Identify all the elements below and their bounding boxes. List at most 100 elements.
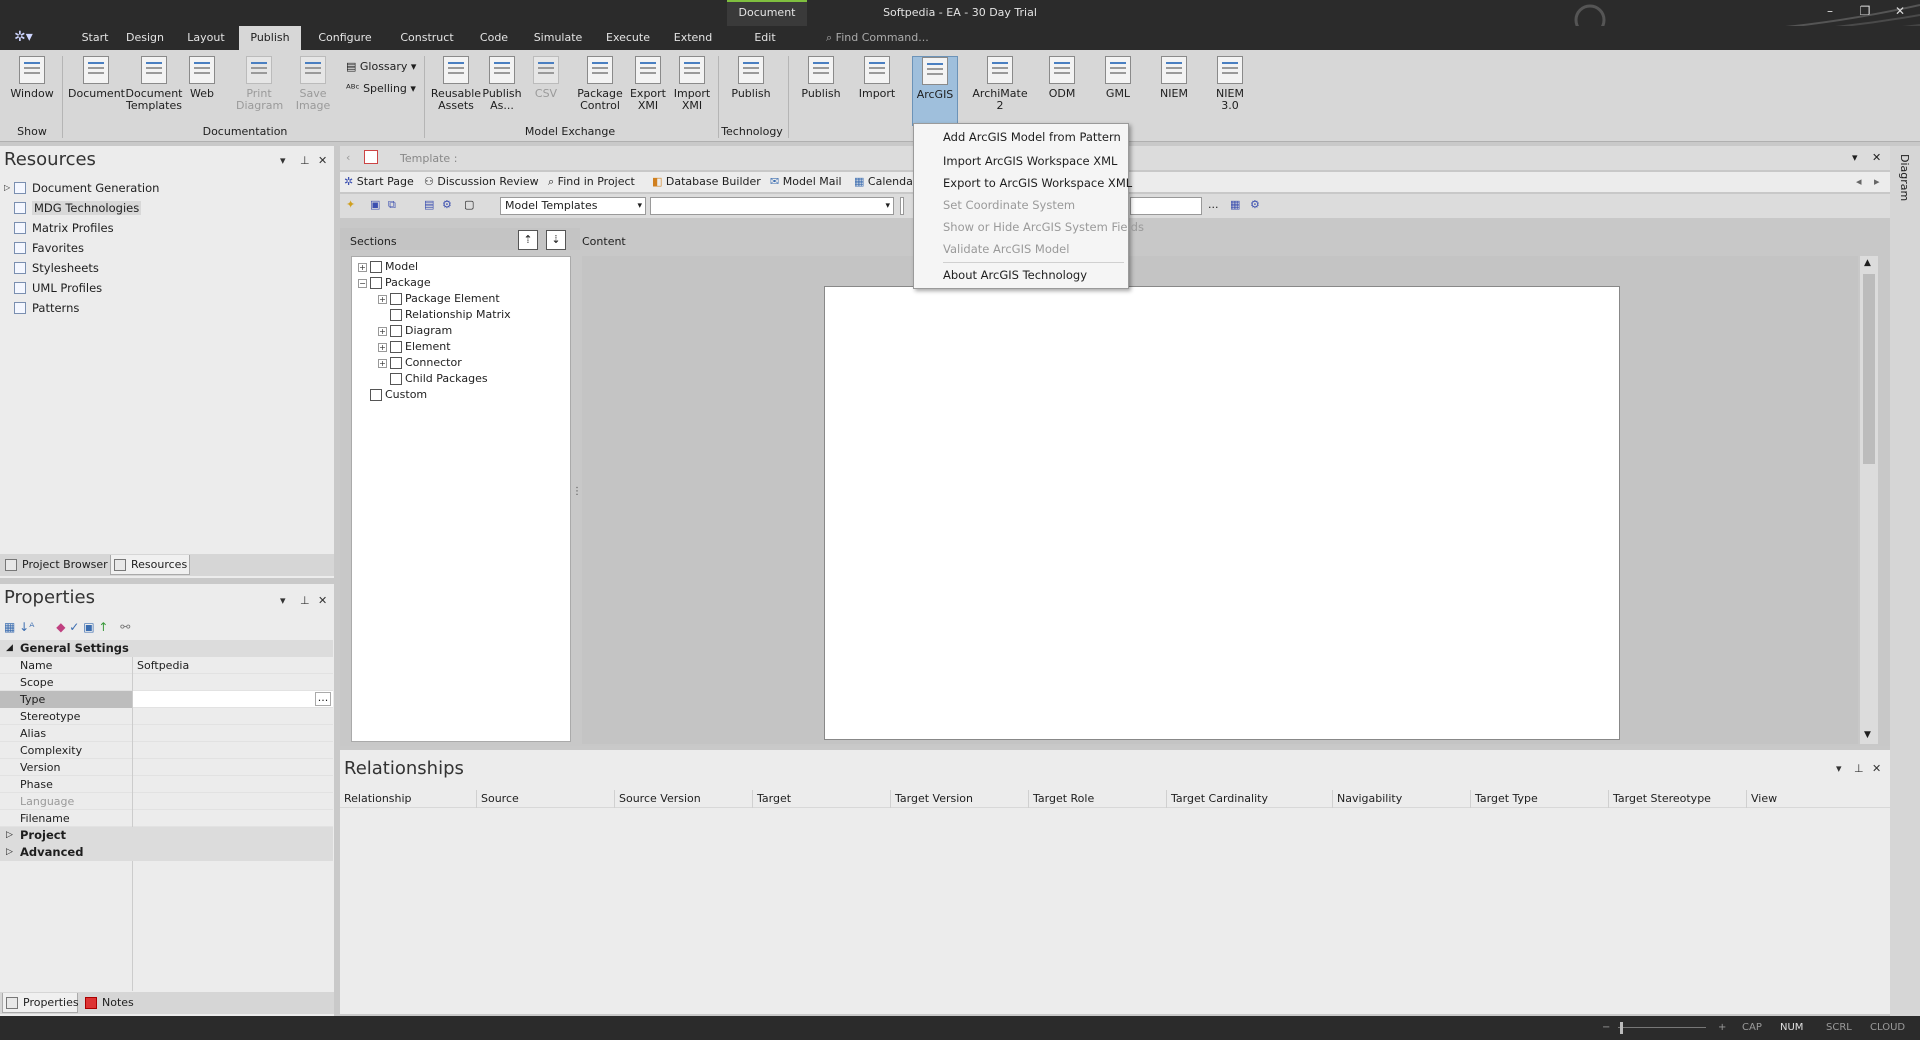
- section-package-element[interactable]: + Package Element: [378, 291, 500, 307]
- print-diagram-button[interactable]: Print Diagram: [236, 56, 283, 112]
- link-discussion-review[interactable]: ⚇ Discussion Review: [424, 175, 539, 188]
- close-icon[interactable]: ✕: [318, 154, 327, 167]
- prop-row-type[interactable]: Type...: [0, 691, 333, 708]
- tree-item-stylesheets[interactable]: Stylesheets: [10, 258, 159, 278]
- section-checkbox[interactable]: [390, 341, 402, 353]
- section-checkbox[interactable]: [390, 325, 402, 337]
- section-checkbox[interactable]: [390, 309, 402, 321]
- link-start-page[interactable]: ✲ Start Page: [344, 175, 414, 188]
- column-navigability[interactable]: Navigability: [1332, 790, 1402, 808]
- category-project[interactable]: ▷ Project: [0, 827, 333, 844]
- link-icon[interactable]: ⚯: [120, 620, 130, 634]
- options-icon[interactable]: ⚙: [442, 198, 452, 211]
- panel-menu-icon[interactable]: ▾: [280, 594, 286, 607]
- tree-item-patterns[interactable]: Patterns: [10, 298, 159, 318]
- move-down-icon[interactable]: ⇣: [546, 230, 566, 250]
- tab-properties[interactable]: Properties: [2, 993, 79, 1013]
- column-source-version[interactable]: Source Version: [614, 790, 701, 808]
- tree-item-matrix-profiles[interactable]: Matrix Profiles: [10, 218, 159, 238]
- settings-icon[interactable]: ⚙: [1250, 198, 1260, 211]
- check-icon[interactable]: ✓: [69, 620, 79, 634]
- maximize-button[interactable]: ❐: [1850, 4, 1880, 18]
- export-xmi-button[interactable]: Export XMI: [628, 56, 668, 112]
- new-icon[interactable]: ✦: [346, 198, 355, 211]
- column-target-cardinality[interactable]: Target Cardinality: [1166, 790, 1268, 808]
- section-custom[interactable]: Custom: [370, 387, 427, 403]
- prop-row-stereotype[interactable]: Stereotype: [0, 708, 333, 725]
- column-source[interactable]: Source: [476, 790, 519, 808]
- panel-menu-icon[interactable]: ▾: [280, 154, 286, 167]
- column-target-version[interactable]: Target Version: [890, 790, 973, 808]
- tag-icon[interactable]: ◆: [56, 620, 65, 634]
- context-tab-document[interactable]: Document: [727, 0, 807, 26]
- close-document-icon[interactable]: ✕: [1872, 151, 1881, 164]
- scrollbar-thumb[interactable]: [1863, 274, 1875, 464]
- close-icon[interactable]: ✕: [318, 594, 327, 607]
- reusable-assets-button[interactable]: Reusable Assets: [430, 56, 482, 112]
- prop-row-complexity[interactable]: Complexity: [0, 742, 333, 759]
- back-arrow-icon[interactable]: ‹: [346, 151, 350, 164]
- tab-menu-icon[interactable]: ▾: [1852, 151, 1858, 164]
- column-relationship[interactable]: Relationship: [340, 790, 412, 808]
- gml-button[interactable]: GML: [1096, 56, 1140, 100]
- zoom-out-button[interactable]: −: [1602, 1022, 1610, 1033]
- link-database-builder[interactable]: ◧ Database Builder: [652, 175, 761, 188]
- diagram-side-tab[interactable]: Diagram: [1898, 154, 1911, 201]
- zoom-slider-thumb[interactable]: [1620, 1022, 1623, 1034]
- template-type-select[interactable]: Model Templates: [500, 197, 646, 215]
- tab-project-browser[interactable]: Project Browser: [2, 555, 108, 575]
- publish-button[interactable]: Publish: [796, 56, 846, 100]
- move-up-icon[interactable]: ⇡: [518, 230, 538, 250]
- prop-row-language[interactable]: Language: [0, 793, 333, 810]
- section-checkbox[interactable]: [370, 389, 382, 401]
- spelling-button[interactable]: ᴬᴮᶜ Spelling ▾: [346, 82, 416, 95]
- menu-item-validate-arcgis-model[interactable]: Validate ArcGIS Model: [943, 242, 1069, 256]
- column-target-stereotype[interactable]: Target Stereotype: [1608, 790, 1711, 808]
- settings-icon[interactable]: ▣: [83, 620, 94, 634]
- tab-design[interactable]: Design: [120, 26, 170, 50]
- prop-row-filename[interactable]: Filename: [0, 810, 333, 827]
- import-xmi-button[interactable]: Import XMI: [672, 56, 712, 112]
- tree-item-document-generation[interactable]: ▷ Document Generation: [4, 178, 159, 198]
- scroll-up-icon[interactable]: ▲: [1864, 258, 1871, 268]
- section-checkbox[interactable]: [370, 277, 382, 289]
- find-command-box[interactable]: ⌕ Find Command...: [826, 31, 929, 45]
- tree-item-uml-profiles[interactable]: UML Profiles: [10, 278, 159, 298]
- up-arrow-icon[interactable]: ↑: [98, 620, 108, 634]
- browse-path-button[interactable]: ...: [1208, 198, 1219, 211]
- glossary-button[interactable]: ▤ Glossary ▾: [346, 60, 416, 73]
- app-menu-icon[interactable]: ✲▾: [14, 29, 44, 47]
- web-button[interactable]: Web: [186, 56, 218, 100]
- prop-row-version[interactable]: Version: [0, 759, 333, 776]
- column-view[interactable]: View: [1746, 790, 1777, 808]
- menu-item-import-arcgis-xml[interactable]: Import ArcGIS Workspace XML: [943, 154, 1117, 168]
- document-button[interactable]: Document: [68, 56, 125, 100]
- save-icon[interactable]: ▣: [370, 198, 380, 211]
- minimize-button[interactable]: –: [1815, 4, 1845, 18]
- zoom-in-button[interactable]: +: [1718, 1022, 1726, 1033]
- section-checkbox[interactable]: [390, 293, 402, 305]
- tab-configure[interactable]: Configure: [312, 26, 378, 50]
- publish-as-button[interactable]: Publish As...: [482, 56, 522, 112]
- generate-icon[interactable]: ▤: [424, 198, 434, 211]
- section-element[interactable]: + Element: [378, 339, 451, 355]
- column-target[interactable]: Target: [752, 790, 791, 808]
- arcgis-button[interactable]: ArcGIS: [912, 56, 958, 126]
- niem-3-button[interactable]: NIEM 3.0: [1208, 56, 1252, 112]
- prop-row-phase[interactable]: Phase: [0, 776, 333, 793]
- tree-item-mdg-technologies[interactable]: MDG Technologies: [10, 198, 159, 218]
- pin-icon[interactable]: ⊥: [1854, 762, 1864, 775]
- tab-publish[interactable]: Publish: [239, 26, 301, 50]
- menu-item-add-arcgis-model[interactable]: Add ArcGIS Model from Pattern: [943, 130, 1121, 144]
- link-find-in-project[interactable]: ⌕ Find in Project: [548, 175, 635, 189]
- section-connector[interactable]: + Connector: [378, 355, 462, 371]
- menu-item-set-coordinate-system[interactable]: Set Coordinate System: [943, 198, 1075, 212]
- type-browse-button[interactable]: ...: [315, 692, 331, 706]
- link-model-mail[interactable]: ✉ Model Mail: [770, 175, 842, 188]
- publish-technology-button[interactable]: Publish: [726, 56, 776, 100]
- tab-resources[interactable]: Resources: [110, 555, 190, 575]
- prop-row-name[interactable]: Name Softpedia: [0, 657, 333, 674]
- column-target-role[interactable]: Target Role: [1028, 790, 1094, 808]
- section-checkbox[interactable]: [390, 357, 402, 369]
- tab-notes[interactable]: Notes: [82, 993, 142, 1013]
